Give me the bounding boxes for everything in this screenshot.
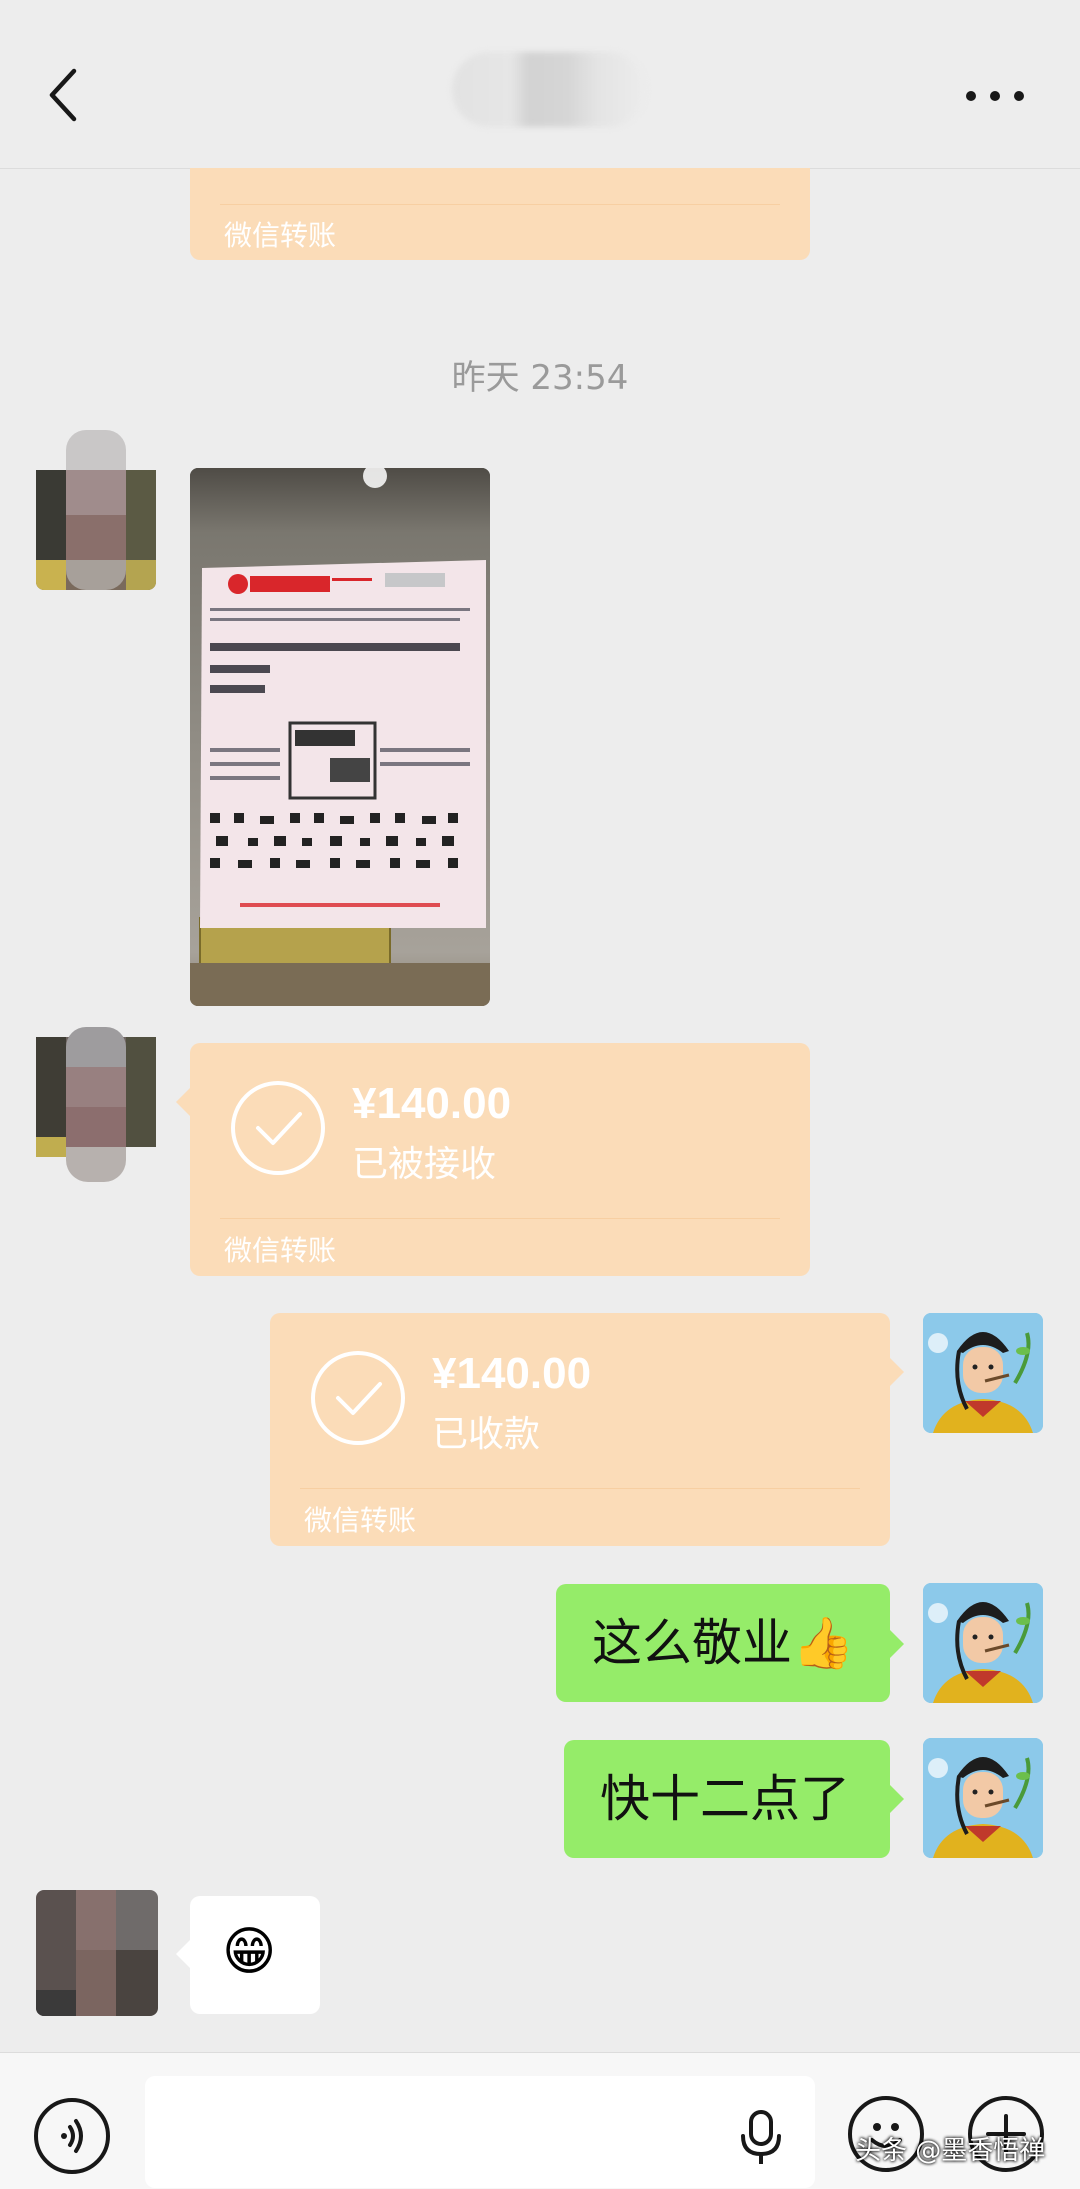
check-circle-icon — [311, 1351, 405, 1445]
bubble-tail — [890, 1358, 904, 1386]
back-button[interactable] — [40, 65, 90, 125]
watermark: 头条 @墨香悟禅 — [855, 2136, 1046, 2166]
contact-avatar[interactable] — [36, 1890, 158, 2016]
chat-header — [0, 0, 1080, 169]
message-text: 快十二点了 — [600, 1770, 850, 1828]
more-button[interactable] — [960, 70, 1030, 120]
transfer-amount: ¥140.00 — [352, 1079, 512, 1128]
transfer-card-collected[interactable]: ¥140.00 已收款 微信转账 — [270, 1313, 890, 1546]
message-timestamp: 昨天 23:54 — [451, 358, 629, 398]
lottery-ticket-photo[interactable] — [190, 468, 490, 1006]
emoji-message[interactable]: 😁 — [190, 1896, 320, 2014]
transfer-status: 已收款 — [432, 1414, 541, 1455]
contact-avatar[interactable] — [36, 1027, 156, 1182]
voice-toggle-button[interactable] — [34, 2098, 110, 2174]
microphone-icon — [741, 2110, 781, 2164]
transfer-card-received[interactable]: ¥140.00 已被接收 微信转账 — [190, 1043, 810, 1276]
voice-icon — [61, 2119, 83, 2153]
contact-avatar[interactable] — [36, 430, 156, 590]
my-avatar[interactable] — [923, 1313, 1043, 1433]
message-text: 这么敬业👍 — [592, 1614, 855, 1672]
message-input[interactable] — [145, 2076, 815, 2188]
transfer-footer-label: 微信转账 — [224, 1234, 337, 1267]
chevron-left-icon — [49, 68, 77, 122]
my-avatar[interactable] — [923, 1738, 1043, 1858]
transfer-amount: ¥140.00 — [432, 1349, 592, 1398]
transfer-card-partial[interactable]: 微信转账 — [190, 168, 810, 260]
bubble-tail — [890, 1785, 904, 1813]
bubble-tail — [890, 1630, 904, 1658]
text-message[interactable]: 快十二点了 — [564, 1740, 890, 1858]
transfer-footer-label: 微信转账 — [304, 1504, 417, 1537]
more-horizontal-icon — [966, 91, 1024, 101]
check-circle-icon — [231, 1081, 325, 1175]
emoji-grin: 😁 — [222, 1922, 277, 1982]
bubble-tail — [176, 1940, 190, 1968]
transfer-status: 已被接收 — [352, 1144, 497, 1185]
chat-title-blurred — [452, 52, 646, 127]
my-avatar[interactable] — [923, 1583, 1043, 1703]
microphone-button[interactable] — [736, 2108, 786, 2168]
text-message[interactable]: 这么敬业👍 — [556, 1584, 890, 1702]
transfer-footer-label: 微信转账 — [224, 219, 337, 252]
bubble-tail — [176, 1088, 190, 1116]
